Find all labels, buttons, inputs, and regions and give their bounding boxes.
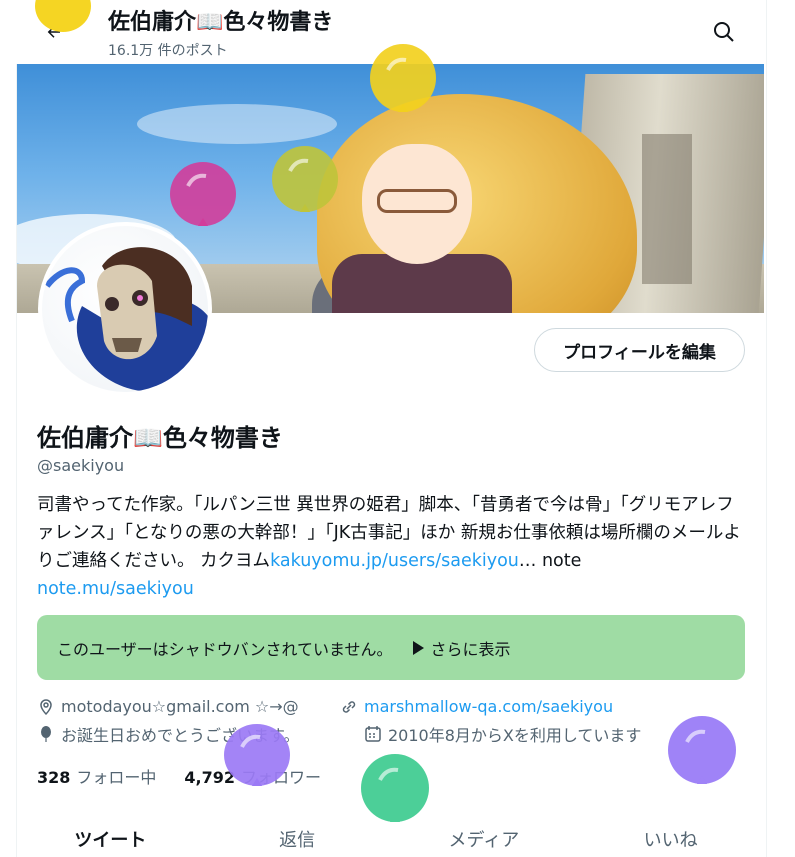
location-text: motodayou☆gmail.com ☆→@ xyxy=(61,697,299,716)
calendar-icon xyxy=(365,726,381,742)
balloon-decoration xyxy=(224,724,290,786)
balloon-decoration xyxy=(668,716,736,784)
bio-link-kakuyomu[interactable]: kakuyomu.jp/users/saekiyou xyxy=(270,551,519,571)
cloud-shape xyxy=(137,104,337,144)
shadowban-notice: このユーザーはシャドウバンされていません。 さらに表示 xyxy=(37,615,745,680)
show-more-button[interactable]: さらに表示 xyxy=(412,636,511,660)
profile-handle: @saekiyou xyxy=(37,456,125,475)
following-count: 328 xyxy=(37,768,71,787)
profile-joined: 2010年8月からXを利用しています xyxy=(364,722,641,746)
balloon-decoration xyxy=(35,0,91,32)
header-display-name: 佐伯庸介📖色々物書き xyxy=(108,10,334,35)
bio-link-note[interactable]: note.mu/saekiyou xyxy=(37,579,194,599)
following-label: フォロー中 xyxy=(76,768,157,787)
link-icon xyxy=(342,700,356,713)
character-glasses xyxy=(377,189,457,213)
balloon-icon xyxy=(41,726,51,742)
profile-bio: 司書やってた作家。「ルパン三世 異世界の姫君」脚本、「昔勇者で今は骨」「グリモア… xyxy=(37,491,749,603)
profile-website: marshmallow-qa.com/saekiyou xyxy=(340,697,613,716)
balloon-decoration xyxy=(170,162,236,226)
balloon-decoration xyxy=(370,44,436,112)
skull-character-icon xyxy=(44,247,208,392)
avatar[interactable] xyxy=(38,222,212,396)
bio-text-mid: … note xyxy=(518,551,582,571)
profile-display-name: 佐伯庸介📖色々物書き xyxy=(37,424,283,452)
joined-text: 2010年8月からXを利用しています xyxy=(388,726,642,745)
search-icon[interactable] xyxy=(706,14,742,50)
show-more-label: さらに表示 xyxy=(430,639,511,659)
header-post-count: 16.1万 件のポスト xyxy=(108,43,228,59)
balloon-decoration xyxy=(272,146,338,212)
banner-tower-shadow xyxy=(642,134,692,284)
edit-profile-button[interactable]: プロフィールを編集 xyxy=(534,328,745,372)
tab-likes[interactable]: いいね xyxy=(577,812,764,857)
following-link[interactable]: 328 フォロー中 xyxy=(37,764,156,788)
balloon-decoration xyxy=(361,754,429,822)
website-link[interactable]: marshmallow-qa.com/saekiyou xyxy=(364,697,613,716)
triangle-right-icon xyxy=(412,640,424,655)
location-pin-icon xyxy=(40,698,52,715)
shadowban-text: このユーザーはシャドウバンされていません。 xyxy=(57,639,393,659)
tab-tweets[interactable]: ツイート xyxy=(17,812,204,857)
profile-location: motodayou☆gmail.com ☆→@ xyxy=(37,697,299,716)
